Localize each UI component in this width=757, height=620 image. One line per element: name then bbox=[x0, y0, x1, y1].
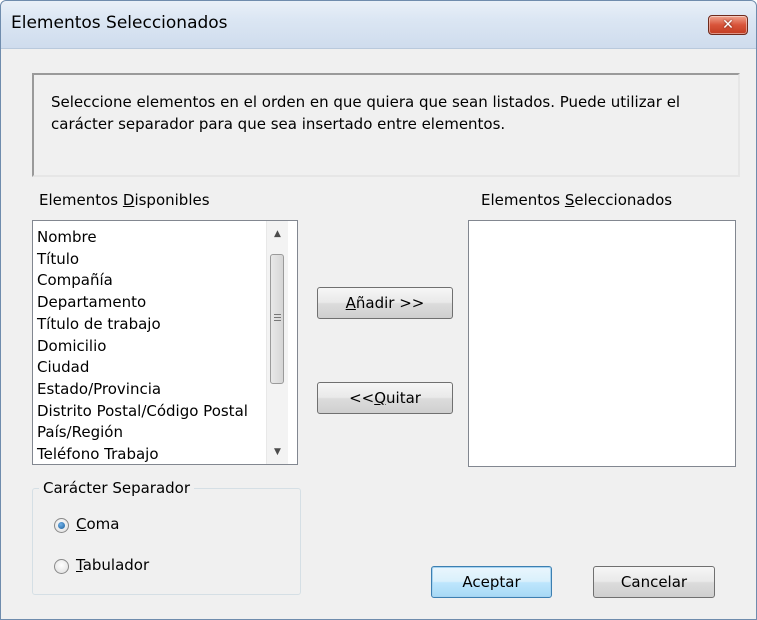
list-item[interactable]: Ciudad bbox=[37, 357, 248, 379]
scroll-up-icon[interactable]: ▲ bbox=[267, 223, 288, 245]
list-item[interactable]: Título bbox=[37, 249, 248, 271]
window-title: Elementos Seleccionados bbox=[11, 13, 228, 33]
selected-items-list[interactable] bbox=[468, 220, 736, 467]
scroll-down-icon[interactable]: ▼ bbox=[267, 441, 288, 463]
comma-radio-label[interactable]: Coma bbox=[76, 515, 119, 533]
selected-items-label: Elementos Seleccionados bbox=[481, 191, 673, 209]
ok-button[interactable]: Aceptar bbox=[431, 566, 552, 598]
list-item[interactable]: Departamento bbox=[37, 292, 248, 314]
remove-button[interactable]: << Quitar bbox=[317, 382, 453, 414]
list-item[interactable]: Estado/Provincia bbox=[37, 379, 248, 401]
instructions-text: Seleccione elementos en el orden en que … bbox=[51, 93, 681, 133]
list-item[interactable]: Nombre bbox=[37, 227, 248, 249]
close-button[interactable]: ✕ bbox=[708, 15, 748, 35]
list-item[interactable]: Distrito Postal/Código Postal bbox=[37, 401, 248, 423]
available-items-label: Elementos Disponibles bbox=[39, 191, 210, 209]
list-item[interactable]: País/Región bbox=[37, 422, 248, 444]
available-items: Nombre Título Compañía Departamento Títu… bbox=[37, 227, 248, 466]
grip-icon bbox=[274, 314, 281, 323]
dialog-window: Elementos Seleccionados ✕ Seleccione ele… bbox=[0, 0, 757, 620]
list-item[interactable]: Título de trabajo bbox=[37, 314, 248, 336]
tab-radio[interactable] bbox=[54, 559, 69, 574]
close-icon: ✕ bbox=[722, 17, 734, 33]
separator-group bbox=[32, 488, 301, 595]
tab-radio-label[interactable]: Tabulador bbox=[76, 556, 149, 574]
cancel-button[interactable]: Cancelar bbox=[593, 566, 715, 598]
scroll-thumb[interactable] bbox=[270, 254, 284, 384]
add-button[interactable]: Añadir >> bbox=[317, 287, 453, 319]
vertical-scrollbar[interactable]: ▲ ▼ bbox=[266, 221, 288, 464]
title-bar[interactable]: Elementos Seleccionados ✕ bbox=[1, 1, 756, 49]
comma-radio[interactable] bbox=[54, 518, 69, 533]
list-item[interactable]: Compañía bbox=[37, 270, 248, 292]
instructions-box: Seleccione elementos en el orden en que … bbox=[32, 73, 740, 177]
available-items-list[interactable]: Nombre Título Compañía Departamento Títu… bbox=[32, 220, 298, 465]
list-item[interactable]: Teléfono Trabajo bbox=[37, 444, 248, 466]
separator-group-legend: Carácter Separador bbox=[39, 479, 195, 497]
list-item[interactable]: Domicilio bbox=[37, 336, 248, 358]
